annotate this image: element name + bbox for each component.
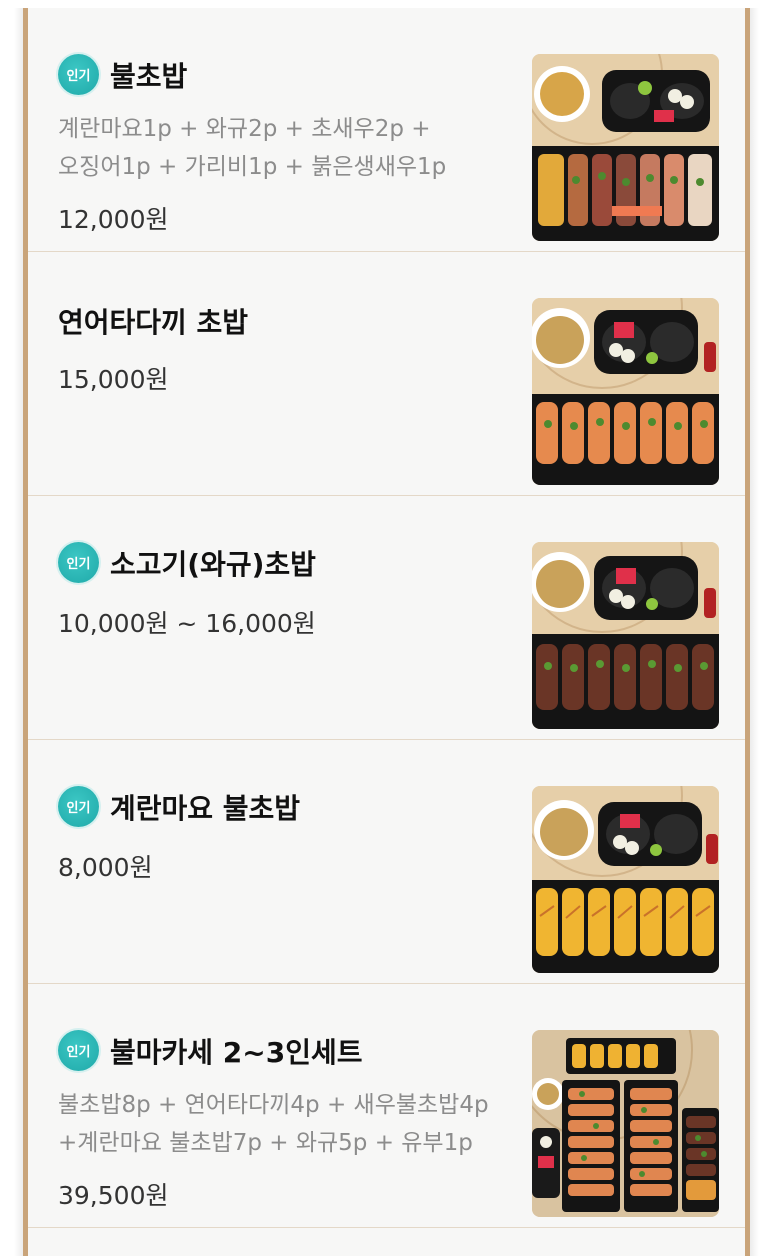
menu-item-photo[interactable] xyxy=(532,54,719,241)
menu-item-title-row: 인기 계란마요 불초밥 xyxy=(58,786,300,827)
description-line: 불초밥8p + 연어타다끼4p + 새우불초밥4p xyxy=(58,1092,489,1118)
menu-item-price: 10,000원 ~ 16,000원 xyxy=(58,609,316,638)
right-shadow xyxy=(750,8,759,1256)
menu-item-name: 불마카세 2~3인세트 xyxy=(110,1035,363,1069)
menu-item-name: 계란마요 불초밥 xyxy=(110,791,301,825)
description-line: +계란마요 불초밥7p + 와규5p + 유부1p xyxy=(58,1130,473,1156)
menu-item-title-row: 연어타다끼 초밥 xyxy=(58,300,248,341)
menu-item-title-row: 인기 불초밥 xyxy=(58,54,187,95)
app-screen: 인기 불초밥 계란마요1p + 와규2p + 초새우2p + 오징어1p + 가… xyxy=(0,0,773,1256)
menu-item-price: 12,000원 xyxy=(58,205,169,234)
menu-item-description: 계란마요1p + 와규2p + 초새우2p + 오징어1p + 가리비1p + … xyxy=(58,110,528,186)
menu-item-description: 불초밥8p + 연어타다끼4p + 새우불초밥4p +계란마요 불초밥7p + … xyxy=(58,1086,528,1162)
menu-item-name: 불초밥 xyxy=(110,59,188,93)
egg-mayo-sushi-photo-image xyxy=(532,786,719,973)
description-line: 오징어1p + 가리비1p + 붉은생새우1p xyxy=(58,154,447,180)
menu-item-photo[interactable] xyxy=(532,298,719,485)
salmon-sushi-photo-image xyxy=(532,298,719,485)
popular-badge: 인기 xyxy=(58,542,99,583)
menu-item-name: 연어타다끼 초밥 xyxy=(58,305,249,339)
menu-item-photo[interactable] xyxy=(532,1030,719,1217)
menu-item-bulchobap[interactable]: 인기 불초밥 계란마요1p + 와규2p + 초새우2p + 오징어1p + 가… xyxy=(28,8,745,252)
menu-item-price: 8,000원 xyxy=(58,853,153,882)
menu-item-price: 15,000원 xyxy=(58,365,169,394)
menu-list: 인기 불초밥 계란마요1p + 와규2p + 초새우2p + 오징어1p + 가… xyxy=(23,8,750,1256)
menu-item-egg-mayo-fire-sushi[interactable]: 인기 계란마요 불초밥 8,000원 xyxy=(28,740,745,984)
popular-badge: 인기 xyxy=(58,54,99,95)
description-line: 계란마요1p + 와규2p + 초새우2p + xyxy=(58,116,431,142)
left-shadow xyxy=(14,8,23,1256)
fire-sushi-photo-image xyxy=(532,54,719,241)
popular-badge: 인기 xyxy=(58,1030,99,1071)
menu-item-name: 소고기(와규)초밥 xyxy=(110,547,316,581)
menu-item-bulmakase-set[interactable]: 인기 불마카세 2~3인세트 불초밥8p + 연어타다끼4p + 새우불초밥4p… xyxy=(28,984,745,1228)
wagyu-sushi-photo-image xyxy=(532,542,719,729)
bulmakase-set-photo-image xyxy=(532,1030,719,1217)
menu-item-title-row: 인기 불마카세 2~3인세트 xyxy=(58,1030,363,1071)
menu-item-photo[interactable] xyxy=(532,542,719,729)
menu-item-wagyu-sushi[interactable]: 인기 소고기(와규)초밥 10,000원 ~ 16,000원 xyxy=(28,496,745,740)
menu-item-title-row: 인기 소고기(와규)초밥 xyxy=(58,542,316,583)
popular-badge: 인기 xyxy=(58,786,99,827)
menu-item-price: 39,500원 xyxy=(58,1181,169,1210)
menu-item-salmon-tataki[interactable]: 연어타다끼 초밥 15,000원 xyxy=(28,252,745,496)
menu-item-photo[interactable] xyxy=(532,786,719,973)
